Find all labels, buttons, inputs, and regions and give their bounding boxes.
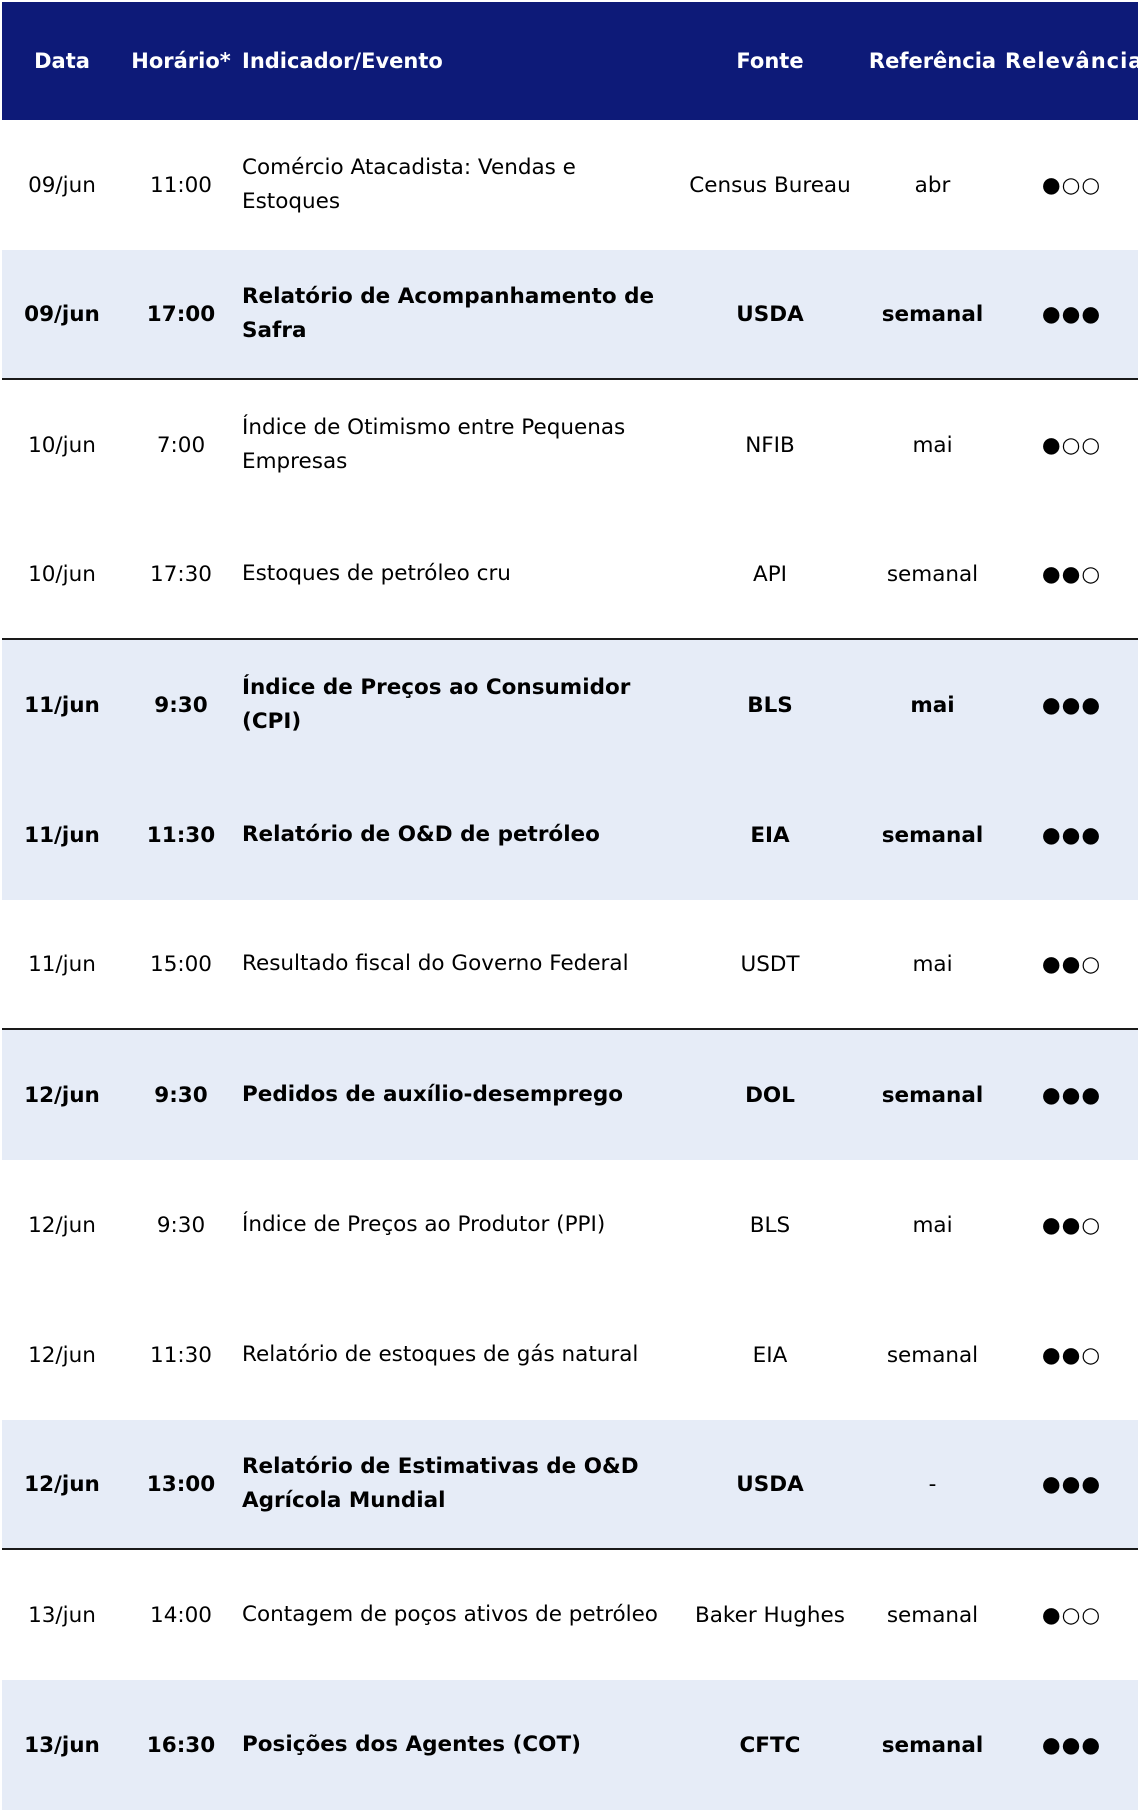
cell-event: Índice de Preços ao Produtor (PPI) bbox=[242, 1212, 606, 1237]
cell-source: DOL bbox=[745, 1082, 795, 1108]
relevance-dots: ●●● bbox=[1041, 1732, 1102, 1758]
cell-reference: mai bbox=[912, 1212, 953, 1238]
relevance-dots: ●●○ bbox=[1041, 951, 1102, 977]
header-reference: Referência bbox=[868, 49, 997, 73]
relevance-dots: ●○○ bbox=[1041, 172, 1102, 198]
cell-time: 11:00 bbox=[150, 172, 212, 198]
table-row: 10/jun 7:00 Índice de Otimismo entre Peq… bbox=[2, 380, 1138, 510]
relevance-dots: ●●● bbox=[1041, 1082, 1102, 1108]
cell-reference: semanal bbox=[886, 561, 979, 587]
cell-source: NFIB bbox=[745, 432, 795, 458]
relevance-dots: ●○○ bbox=[1041, 1602, 1102, 1628]
cell-event: Relatório de Acompanhamento de Safra bbox=[242, 284, 655, 343]
economic-calendar-table: Data Horário* Indicador/Evento Fonte Ref… bbox=[2, 2, 1139, 1810]
relevance-dots: ●●● bbox=[1041, 301, 1102, 327]
cell-event: Relatório de Estimativas de O&D Agrícola… bbox=[242, 1454, 639, 1513]
cell-time: 11:30 bbox=[150, 1342, 212, 1368]
cell-date: 12/jun bbox=[28, 1212, 96, 1238]
cell-reference: semanal bbox=[881, 822, 984, 848]
cell-date: 11/jun bbox=[24, 692, 100, 718]
table-row: 11/jun 9:30 Índice de Preços ao Consumid… bbox=[2, 640, 1138, 770]
cell-event: Pedidos de auxílio-desemprego bbox=[242, 1082, 623, 1107]
table-row: 09/jun 11:00 Comércio Atacadista: Vendas… bbox=[2, 120, 1138, 250]
header-relevance: Relevância bbox=[1005, 49, 1139, 73]
cell-source: API bbox=[752, 561, 787, 587]
cell-event: Relatório de O&D de petróleo bbox=[242, 822, 600, 847]
cell-event: Índice de Preços ao Consumidor (CPI) bbox=[242, 675, 631, 734]
relevance-dots: ●●○ bbox=[1041, 1212, 1102, 1238]
cell-time: 9:30 bbox=[154, 692, 208, 718]
relevance-dots: ●●● bbox=[1041, 692, 1102, 718]
cell-reference: mai bbox=[910, 692, 955, 718]
cell-source: EIA bbox=[752, 1342, 788, 1368]
cell-date: 13/jun bbox=[24, 1732, 100, 1758]
cell-time: 9:30 bbox=[156, 1212, 206, 1238]
cell-reference: semanal bbox=[881, 301, 984, 327]
relevance-dots: ●○○ bbox=[1041, 432, 1102, 458]
cell-time: 7:00 bbox=[156, 432, 206, 458]
table-row: 12/jun 9:30 Pedidos de auxílio-desempreg… bbox=[2, 1030, 1138, 1160]
table-row: 13/jun 14:00 Contagem de poços ativos de… bbox=[2, 1550, 1138, 1680]
cell-date: 13/jun bbox=[28, 1602, 96, 1628]
cell-source: BLS bbox=[749, 1212, 791, 1238]
table-row: 11/jun 11:30 Relatório de O&D de petróle… bbox=[2, 770, 1138, 900]
cell-source: BLS bbox=[747, 692, 793, 718]
header-source: Fonte bbox=[736, 49, 804, 73]
table-row: 09/jun 17:00 Relatório de Acompanhamento… bbox=[2, 250, 1138, 380]
cell-source: USDA bbox=[736, 1471, 804, 1497]
table-row: 12/jun 13:00 Relatório de Estimativas de… bbox=[2, 1420, 1138, 1550]
cell-date: 09/jun bbox=[28, 172, 96, 198]
cell-event: Comércio Atacadista: Vendas e Estoques bbox=[242, 155, 576, 214]
cell-time: 17:30 bbox=[150, 561, 212, 587]
table-row: 12/jun 11:30 Relatório de estoques de gá… bbox=[2, 1290, 1138, 1420]
cell-reference: semanal bbox=[881, 1082, 984, 1108]
cell-event: Posições dos Agentes (COT) bbox=[242, 1732, 581, 1757]
table-row: 12/jun 9:30 Índice de Preços ao Produtor… bbox=[2, 1160, 1138, 1290]
cell-time: 13:00 bbox=[146, 1471, 216, 1497]
cell-reference: semanal bbox=[886, 1342, 979, 1368]
cell-date: 12/jun bbox=[24, 1082, 100, 1108]
cell-reference: mai bbox=[912, 432, 953, 458]
cell-source: USDT bbox=[740, 951, 800, 977]
cell-source: EIA bbox=[750, 822, 790, 848]
cell-reference: semanal bbox=[881, 1732, 984, 1758]
cell-date: 12/jun bbox=[28, 1342, 96, 1368]
cell-date: 11/jun bbox=[28, 951, 96, 977]
cell-time: 14:00 bbox=[150, 1602, 212, 1628]
cell-reference: - bbox=[928, 1471, 937, 1497]
cell-source: USDA bbox=[736, 301, 804, 327]
cell-time: 15:00 bbox=[150, 951, 212, 977]
cell-date: 11/jun bbox=[24, 822, 100, 848]
cell-time: 16:30 bbox=[146, 1732, 216, 1758]
cell-date: 10/jun bbox=[28, 432, 96, 458]
cell-reference: semanal bbox=[886, 1602, 979, 1628]
relevance-dots: ●●○ bbox=[1041, 561, 1102, 587]
cell-reference: abr bbox=[914, 172, 951, 198]
cell-event: Resultado fiscal do Governo Federal bbox=[242, 951, 629, 976]
header-time: Horário* bbox=[131, 49, 231, 73]
cell-date: 10/jun bbox=[28, 561, 96, 587]
cell-source: Census Bureau bbox=[689, 172, 851, 198]
cell-time: 9:30 bbox=[154, 1082, 208, 1108]
table-header: Data Horário* Indicador/Evento Fonte Ref… bbox=[2, 2, 1139, 120]
header-event: Indicador/Evento bbox=[242, 49, 443, 73]
cell-event: Estoques de petróleo cru bbox=[242, 561, 511, 586]
cell-source: CFTC bbox=[739, 1732, 801, 1758]
cell-time: 17:00 bbox=[146, 301, 216, 327]
header-date: Data bbox=[34, 49, 90, 73]
table-row: 11/jun 15:00 Resultado fiscal do Governo… bbox=[2, 900, 1138, 1030]
cell-event: Contagem de poços ativos de petróleo bbox=[242, 1602, 658, 1627]
cell-time: 11:30 bbox=[146, 822, 216, 848]
cell-source: Baker Hughes bbox=[694, 1602, 845, 1628]
cell-reference: mai bbox=[912, 951, 953, 977]
table-row: 13/jun 16:30 Posições dos Agentes (COT) … bbox=[2, 1680, 1138, 1810]
cell-date: 12/jun bbox=[24, 1471, 100, 1497]
cell-event: Relatório de estoques de gás natural bbox=[242, 1342, 639, 1367]
relevance-dots: ●●○ bbox=[1041, 1342, 1102, 1368]
relevance-dots: ●●● bbox=[1041, 1471, 1102, 1497]
table-row: 10/jun 17:30 Estoques de petróleo cru AP… bbox=[2, 510, 1138, 640]
relevance-dots: ●●● bbox=[1041, 822, 1102, 848]
cell-event: Índice de Otimismo entre Pequenas Empres… bbox=[242, 415, 626, 474]
cell-date: 09/jun bbox=[24, 301, 100, 327]
